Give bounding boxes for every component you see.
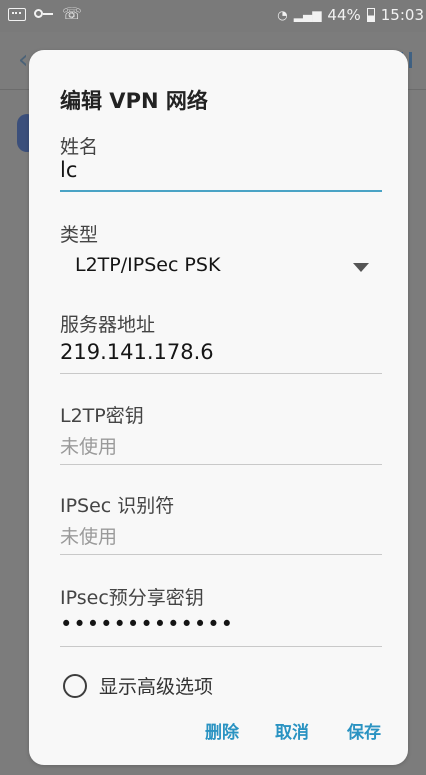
server-address-underline xyxy=(60,373,382,374)
l2tp-key-label: L2TP密钥 xyxy=(60,405,144,427)
back-icon: ‹ xyxy=(18,45,29,75)
name-label: 姓名 xyxy=(60,136,99,158)
ipsec-identifier-field[interactable]: IPSec 识别符 未使用 xyxy=(60,491,382,555)
ipsec-preshared-key-field[interactable]: IPsec预分享密钥 ••••••••••••• xyxy=(60,583,382,647)
l2tp-key-underline xyxy=(60,464,382,465)
ipsec-identifier-placeholder[interactable]: 未使用 xyxy=(60,522,117,549)
server-address-input[interactable]: 219.141.178.6 xyxy=(60,340,214,364)
cancel-button[interactable]: 取消 xyxy=(275,718,309,743)
ipsec-preshared-key-input[interactable]: ••••••••••••• xyxy=(60,612,234,636)
dialog-title: 编辑 VPN 网络 xyxy=(60,89,208,113)
wifi-icon: ◔ xyxy=(277,8,288,22)
keyboard-icon xyxy=(8,7,26,21)
server-address-label: 服务器地址 xyxy=(60,314,156,336)
status-time: 15:03 xyxy=(380,6,424,24)
key-icon xyxy=(34,8,54,20)
delete-button[interactable]: 删除 xyxy=(205,718,239,743)
wifi-calling-icon: ☏ xyxy=(62,4,83,23)
server-address-field[interactable]: 服务器地址 219.141.178.6 xyxy=(60,310,382,374)
status-left-icons: ☏ xyxy=(8,6,82,22)
name-field[interactable]: 姓名 lc xyxy=(60,132,382,192)
ipsec-preshared-key-underline xyxy=(60,646,382,647)
type-label: 类型 xyxy=(60,224,99,246)
signal-icon: ▂▄▆ xyxy=(293,8,322,22)
show-advanced-options-label[interactable]: 显示高级选项 xyxy=(99,672,213,699)
status-bar: ☏ ◔ ▂▄▆ 44% 15:03 xyxy=(0,0,426,32)
edit-vpn-dialog: 编辑 VPN 网络 姓名 lc 类型 L2TP/IPSec PSK 服务器地址 … xyxy=(29,50,408,765)
dropdown-arrow-icon[interactable] xyxy=(353,263,369,272)
dialog-actions: 删除 取消 保存 xyxy=(29,718,408,748)
ipsec-preshared-key-label: IPsec预分享密钥 xyxy=(60,587,204,609)
status-right-icons: ◔ ▂▄▆ 44% 15:03 xyxy=(277,6,424,24)
name-underline xyxy=(60,190,382,192)
radio-button-icon[interactable] xyxy=(63,674,87,698)
ipsec-identifier-label: IPSec 识别符 xyxy=(60,495,175,517)
name-input[interactable]: lc xyxy=(60,158,77,182)
show-advanced-options[interactable]: 显示高级选项 xyxy=(60,672,382,702)
battery-icon xyxy=(366,8,375,22)
type-value[interactable]: L2TP/IPSec PSK xyxy=(75,254,220,276)
battery-percent: 44% xyxy=(327,6,361,24)
ipsec-identifier-underline xyxy=(60,554,382,555)
l2tp-key-placeholder[interactable]: 未使用 xyxy=(60,432,117,459)
l2tp-key-field[interactable]: L2TP密钥 未使用 xyxy=(60,401,382,465)
type-select[interactable]: 类型 L2TP/IPSec PSK xyxy=(60,220,382,298)
save-button[interactable]: 保存 xyxy=(347,718,381,743)
